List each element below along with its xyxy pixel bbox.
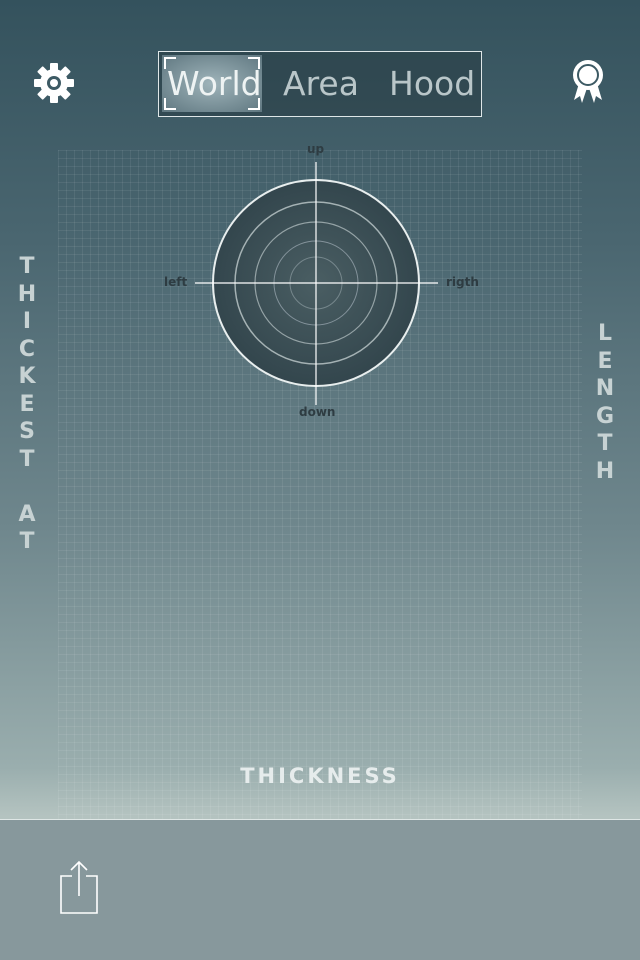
label-down: down (299, 405, 336, 419)
share-icon[interactable] (58, 860, 100, 916)
length-label: LENGTH (595, 321, 615, 484)
thickness-label: THICKNESS (240, 764, 400, 788)
direction-radar (195, 162, 438, 405)
bottom-toolbar (0, 819, 640, 960)
label-up: up (307, 142, 325, 156)
label-left: left (164, 275, 188, 289)
thickest-at-label: THICKEST AT (17, 254, 37, 554)
label-right: rigth (446, 275, 479, 289)
